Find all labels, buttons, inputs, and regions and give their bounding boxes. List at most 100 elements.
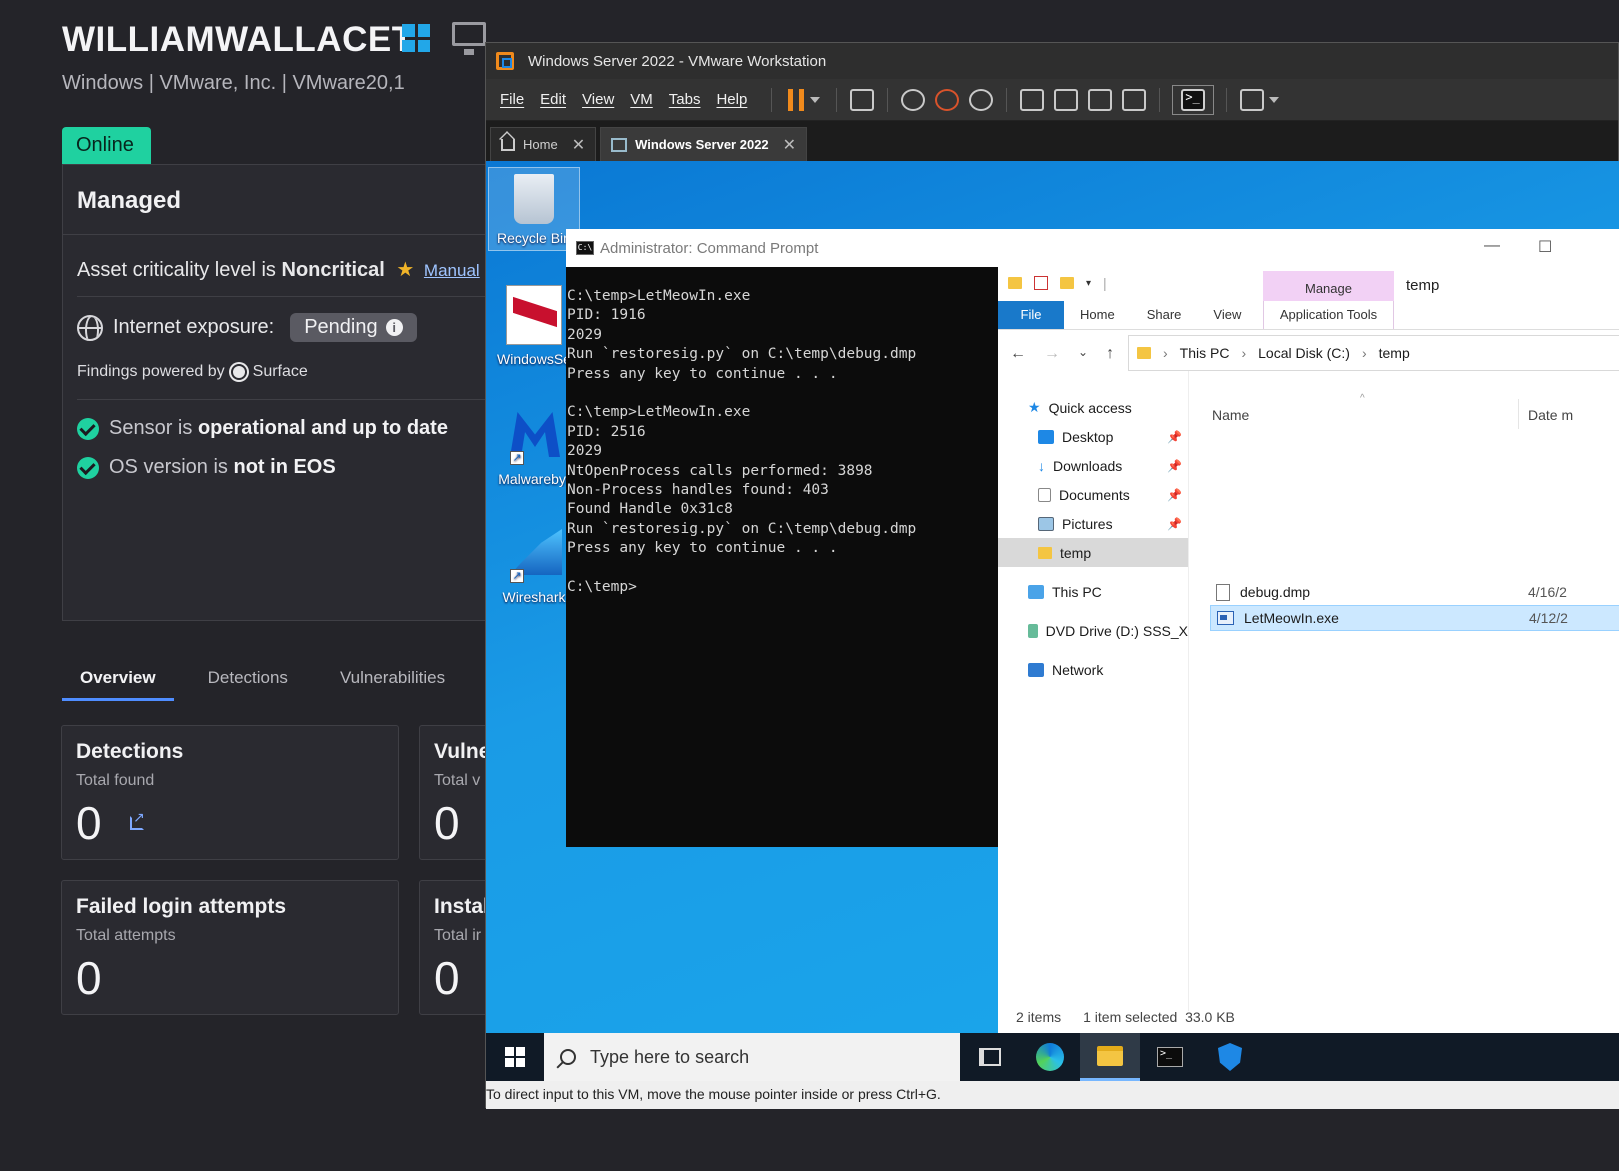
tree-item-quick-access[interactable]: ★ Quick access — [998, 393, 1188, 422]
cmd-output[interactable]: C:\temp>LetMeowIn.exe PID: 1916 2029 Run… — [566, 267, 998, 847]
revert-snapshot-icon[interactable] — [935, 88, 960, 111]
tab-detections[interactable]: Detections — [190, 668, 306, 701]
chevron-down-icon[interactable] — [810, 96, 821, 103]
up-arrow-icon[interactable]: ↑ — [1106, 345, 1114, 363]
tab-vulnerabilities[interactable]: Vulnerabilities — [322, 668, 463, 701]
chevron-right-icon: › — [1361, 345, 1367, 361]
exposure-status-badge[interactable]: Pending i — [290, 313, 417, 342]
snapshot-icon[interactable] — [901, 88, 926, 111]
ribbon-tab-home[interactable]: Home — [1064, 301, 1131, 329]
ribbon-tab-file[interactable]: File — [998, 301, 1064, 329]
file-row[interactable]: LetMeowIn.exe 4/12/2 — [1210, 605, 1619, 631]
tree-item-this-pc[interactable]: This PC — [998, 577, 1188, 606]
desktop-icon-label: WindowsSe — [497, 351, 571, 367]
toolbar-separator — [1159, 87, 1161, 112]
column-header-name[interactable]: Name — [1212, 407, 1249, 423]
criticality-value: Noncritical — [281, 259, 385, 281]
unity-icon[interactable] — [1122, 88, 1147, 111]
tab-windows-server-2022[interactable]: Windows Server 2022 ✕ — [600, 127, 808, 161]
menu-help[interactable]: Help — [716, 91, 747, 108]
menu-edit[interactable]: Edit — [540, 91, 566, 108]
minimize-icon[interactable]: — — [1484, 237, 1500, 255]
column-divider[interactable] — [1518, 399, 1519, 429]
desktop-icon-label: Malwarebyt — [498, 471, 570, 487]
ribbon-tabs: File Home Share View — [998, 301, 1257, 329]
folder-icon[interactable] — [1008, 277, 1022, 289]
thumbnail-bar-icon[interactable] — [1054, 88, 1079, 111]
file-row[interactable]: debug.dmp 4/16/2 — [1210, 579, 1619, 605]
tree-label: temp — [1060, 544, 1092, 561]
snapshot-manager-icon[interactable] — [969, 88, 994, 111]
manage-contextual-tab[interactable]: Manage Application Tools — [1263, 271, 1394, 329]
menu-vm[interactable]: VM — [630, 91, 653, 108]
info-icon[interactable]: i — [385, 319, 403, 336]
external-link-icon[interactable] — [130, 809, 145, 830]
back-arrow-icon[interactable]: ← — [1010, 345, 1026, 363]
tree-item-downloads[interactable]: ↓ Downloads 📌 — [998, 451, 1188, 480]
menu-tabs[interactable]: Tabs — [669, 91, 701, 108]
start-button[interactable] — [486, 1033, 544, 1081]
cmd-icon: C:\ — [576, 241, 594, 255]
pin-icon[interactable]: 📌 — [1167, 517, 1182, 531]
sensor-prefix: Sensor is — [109, 417, 198, 439]
computer-icon — [1028, 584, 1044, 599]
new-folder-icon[interactable] — [1060, 277, 1074, 289]
tab-home[interactable]: Home ✕ — [490, 127, 597, 161]
home-icon — [501, 138, 515, 151]
task-view-icon — [979, 1048, 1001, 1066]
pin-icon[interactable]: 📌 — [1167, 430, 1182, 444]
breadcrumb-temp[interactable]: temp — [1379, 345, 1410, 361]
tree-item-temp[interactable]: temp — [998, 538, 1188, 567]
status-tab-online[interactable]: Online — [62, 127, 151, 165]
tree-label: This PC — [1052, 583, 1102, 600]
menu-view[interactable]: View — [582, 91, 614, 108]
guest-desktop[interactable]: Recycle Bin WindowsSe ↗ Malwarebyt ↗ Wir… — [486, 161, 1619, 1033]
chevron-down-icon[interactable]: ▾ — [1086, 278, 1091, 289]
address-bar[interactable]: › This PC › Local Disk (C:) › temp — [1128, 335, 1619, 371]
file-explorer-window[interactable]: ▾ | Manage Application Tools temp File H… — [998, 267, 1619, 1033]
tree-label: Downloads — [1053, 457, 1123, 474]
pictures-icon — [1038, 516, 1054, 531]
breadcrumb-this-pc[interactable]: This PC — [1180, 345, 1230, 361]
stretch-icon[interactable] — [1240, 88, 1265, 111]
failed-logins-card[interactable]: Failed login attempts Total attempts 0 — [61, 880, 399, 1015]
defender-button[interactable] — [1200, 1033, 1260, 1081]
tree-item-network[interactable]: Network — [998, 655, 1188, 684]
tree-item-documents[interactable]: Documents 📌 — [998, 480, 1188, 509]
forward-arrow-icon[interactable]: → — [1044, 345, 1060, 363]
menu-file[interactable]: File — [500, 91, 524, 108]
taskbar-search[interactable]: Type here to search — [544, 1033, 960, 1081]
tree-item-dvd-drive[interactable]: DVD Drive (D:) SSS_X — [998, 616, 1188, 645]
edge-button[interactable] — [1020, 1033, 1080, 1081]
library-view-icon[interactable] — [1020, 88, 1045, 111]
application-tools-tab[interactable]: Application Tools — [1263, 301, 1394, 329]
ribbon-tab-share[interactable]: Share — [1131, 301, 1198, 329]
tree-label: Network — [1052, 661, 1104, 678]
tab-overview[interactable]: Overview — [62, 668, 174, 701]
properties-icon[interactable] — [1034, 276, 1048, 290]
column-header-date[interactable]: Date m — [1528, 407, 1573, 423]
task-view-button[interactable] — [960, 1033, 1020, 1081]
tree-item-pictures[interactable]: Pictures 📌 — [998, 509, 1188, 538]
tree-item-desktop[interactable]: Desktop 📌 — [998, 422, 1188, 451]
file-explorer-button[interactable] — [1080, 1033, 1140, 1081]
pause-icon[interactable] — [788, 88, 805, 111]
ribbon-tab-view[interactable]: View — [1197, 301, 1257, 329]
chevron-down-icon[interactable] — [1269, 96, 1280, 103]
windows-logo-icon — [402, 24, 430, 52]
close-icon[interactable]: ✕ — [572, 135, 585, 155]
breadcrumb-local-disk[interactable]: Local Disk (C:) — [1258, 345, 1350, 361]
detections-card[interactable]: Detections Total found 0 — [61, 725, 399, 860]
maximize-icon[interactable]: ☐ — [1538, 237, 1552, 257]
criticality-manual-link[interactable]: Manual — [424, 261, 480, 280]
full-screen-icon[interactable] — [1088, 88, 1113, 111]
pin-icon[interactable]: 📌 — [1167, 459, 1182, 473]
command-prompt-window[interactable]: C:\ Administrator: Command Prompt — ☐ C:… — [566, 229, 1619, 847]
console-view-button[interactable] — [1172, 84, 1215, 115]
close-icon[interactable]: ✕ — [783, 135, 796, 155]
send-ctrl-alt-del-icon[interactable] — [850, 88, 875, 111]
command-prompt-button[interactable]: >_ — [1140, 1033, 1200, 1081]
pin-icon[interactable]: 📌 — [1167, 488, 1182, 502]
recent-locations-icon[interactable]: ⌄ — [1078, 345, 1088, 363]
cmd-titlebar[interactable]: C:\ Administrator: Command Prompt — ☐ — [566, 229, 1619, 267]
